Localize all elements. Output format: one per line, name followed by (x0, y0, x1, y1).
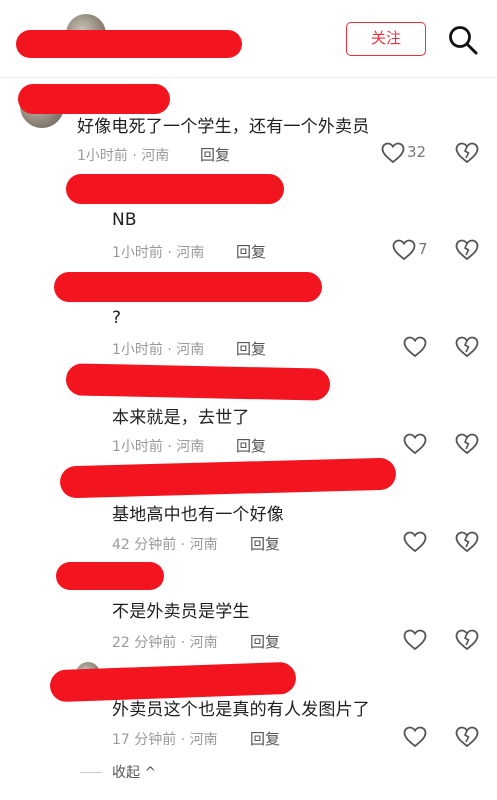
heart-icon[interactable] (403, 531, 427, 553)
comment-text: NB (112, 210, 137, 230)
comment-meta: 17 分钟前 · 河南 (112, 729, 218, 749)
heart-icon[interactable] (392, 239, 416, 261)
broken-heart-icon[interactable] (455, 531, 479, 553)
reply-button[interactable]: 回复 (236, 241, 266, 262)
reply-button[interactable]: 回复 (236, 338, 266, 359)
redacted-username (65, 363, 331, 401)
heart-icon[interactable] (403, 629, 427, 651)
reply-button[interactable]: 回复 (250, 631, 280, 652)
meta-separator: · (162, 245, 177, 261)
comment-location: 河南 (189, 732, 218, 748)
meta-separator: · (127, 148, 142, 164)
redacted-username (16, 30, 242, 58)
comment-location: 河南 (176, 342, 205, 358)
reply-button[interactable]: 回复 (200, 144, 230, 165)
heart-icon[interactable] (403, 726, 427, 748)
broken-heart-icon[interactable] (455, 726, 479, 748)
reply-button[interactable]: 回复 (250, 728, 280, 749)
search-icon[interactable] (447, 24, 479, 56)
comment-time: 1小时前 (112, 439, 163, 455)
comment-meta: 1小时前 · 河南 (112, 339, 204, 359)
redacted-username (59, 457, 397, 499)
meta-separator: · (162, 439, 177, 455)
header-bar: 关注 (0, 0, 497, 78)
redacted-username (66, 174, 284, 204)
meta-separator: · (176, 732, 190, 748)
meta-separator: · (176, 635, 190, 651)
comment-text: 基地高中也有一个好像 (112, 505, 284, 525)
comment-meta: 22 分钟前 · 河南 (112, 632, 218, 652)
comment-time: 22 分钟前 (112, 635, 177, 651)
comment-time: 42 分钟前 (112, 537, 177, 553)
reply-button[interactable]: 回复 (236, 435, 266, 456)
broken-heart-icon[interactable] (455, 239, 479, 261)
redacted-username (56, 562, 164, 590)
comment-time: 1小时前 (112, 245, 163, 261)
comment-time: 1小时前 (77, 148, 128, 164)
heart-icon[interactable] (381, 142, 405, 164)
reply-button[interactable]: 回复 (250, 533, 280, 554)
comment-location: 河南 (189, 537, 218, 553)
comment-location: 河南 (189, 635, 218, 651)
follow-button[interactable]: 关注 (346, 22, 426, 56)
broken-heart-icon[interactable] (455, 629, 479, 651)
comment-time: 17 分钟前 (112, 732, 177, 748)
broken-heart-icon[interactable] (455, 336, 479, 358)
comment-meta: 1小时前 · 河南 (77, 145, 169, 165)
comment-location: 河南 (176, 245, 205, 261)
broken-heart-icon[interactable] (455, 142, 479, 164)
comment-meta: 42 分钟前 · 河南 (112, 534, 218, 554)
collapse-replies-button[interactable]: 收起 ^ (112, 762, 156, 782)
collapse-divider (80, 772, 102, 773)
comment-text: ? (112, 308, 122, 328)
comment-meta: 1小时前 · 河南 (112, 242, 204, 262)
comment-meta: 1小时前 · 河南 (112, 436, 204, 456)
heart-icon[interactable] (403, 433, 427, 455)
redacted-username (18, 84, 170, 114)
comment-time: 1小时前 (112, 342, 163, 358)
comment-location: 河南 (141, 148, 170, 164)
comment-text: 本来就是，去世了 (112, 408, 250, 428)
like-count: 32 (407, 143, 427, 161)
like-count: 7 (418, 240, 428, 258)
comment-location: 河南 (176, 439, 205, 455)
comment-text: 外卖员这个也是真的有人发图片了 (112, 700, 370, 720)
comment-text: 不是外卖员是学生 (112, 602, 250, 622)
heart-icon[interactable] (403, 336, 427, 358)
meta-separator: · (176, 537, 190, 553)
broken-heart-icon[interactable] (455, 433, 479, 455)
meta-separator: · (162, 342, 177, 358)
comment-text: 好像电死了一个学生，还有一个外卖员 (77, 117, 370, 137)
redacted-username (54, 272, 322, 302)
